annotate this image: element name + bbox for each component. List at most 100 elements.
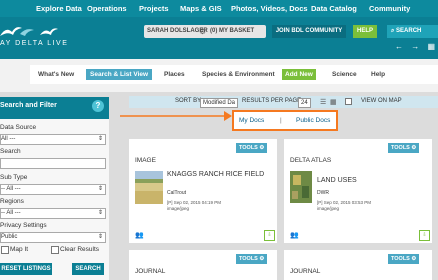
nav-photos-videos-docs[interactable]: Photos, Videos, Docs (231, 4, 308, 13)
tools-button[interactable]: TOOLS ⚙ (388, 143, 420, 153)
grid-view-icon[interactable]: ▦ (330, 98, 337, 106)
gear-icon[interactable]: ⚙ (199, 27, 206, 36)
nav-operations[interactable]: Operations (87, 4, 127, 13)
data-source-value: All --- (1, 136, 16, 142)
tab-science[interactable]: Science (332, 69, 357, 80)
tab-add-new[interactable]: Add New (282, 69, 316, 80)
sidebar-title: Search and Filter (0, 102, 57, 109)
tools-button[interactable]: TOOLS ⚙ (388, 254, 420, 264)
result-card[interactable]: TOOLS ⚙ DELTA ATLAS LAND USES DWR [P] Se… (284, 139, 432, 243)
card-type: IMAGE (135, 157, 156, 164)
site-header (0, 17, 438, 59)
sort-by-label: SORT BY (175, 98, 202, 104)
tools-button[interactable]: TOOLS ⚙ (236, 254, 268, 264)
rice-field-thumbnail (135, 171, 163, 204)
select-arrows-icon: ⇕ (97, 136, 103, 142)
gear-icon: ⚙ (259, 145, 265, 151)
tab-help[interactable]: Help (371, 69, 385, 80)
sort-bar: SORT BY Modified Da RESULTS PER PAGE 24 … (129, 96, 438, 108)
public-docs-tab[interactable]: Public Docs (296, 117, 330, 124)
tab-whats-new[interactable]: What's New (38, 69, 74, 80)
sub-type-label: Sub Type (0, 174, 28, 181)
annotation-arrow-icon (120, 111, 232, 121)
nav-maps-gis[interactable]: Maps & GIS (180, 4, 222, 13)
tools-label: TOOLS (391, 145, 410, 151)
card-title[interactable]: LAND USES (317, 177, 357, 184)
result-card[interactable]: TOOLS ⚙ JOURNAL (129, 250, 277, 280)
tab-places[interactable]: Places (164, 69, 185, 80)
regions-select[interactable]: -- All --- ⇕ (0, 208, 106, 219)
view-on-map-checkbox[interactable] (345, 98, 352, 105)
my-basket[interactable]: (0) MY BASKET (210, 28, 254, 34)
tools-label: TOOLS (239, 256, 258, 262)
people-icon: 👥 (135, 232, 144, 239)
map-it-checkbox[interactable] (1, 246, 9, 254)
top-nav: Explore Data Operations Projects Maps & … (0, 0, 438, 17)
bird-logo-icon (0, 27, 34, 36)
search-label: Search (0, 148, 21, 155)
privacy-select[interactable]: Public ⇕ (0, 232, 106, 243)
tools-label: TOOLS (391, 256, 410, 262)
result-card[interactable]: TOOLS ⚙ JOURNAL (284, 250, 432, 280)
clear-results-label: Clear Results (60, 246, 100, 253)
sort-by-select[interactable]: Modified Da (200, 98, 239, 108)
tab-search-list-view[interactable]: Search & List View (86, 69, 153, 80)
list-view-icon[interactable]: ☰ (320, 98, 326, 106)
tab-species-environment[interactable]: Species & Environment (202, 69, 275, 80)
site-logo-text[interactable]: AY DELTA LIVE (0, 40, 68, 47)
download-icon[interactable]: ⇩ (264, 230, 275, 241)
arrow-left-icon[interactable]: ← (395, 42, 403, 51)
nav-explore-data[interactable]: Explore Data (36, 4, 82, 13)
user-account-box[interactable]: SARAH DOLSLAGER ⚙ (0) MY BASKET (144, 25, 266, 38)
reset-listings-button[interactable]: RESET LISTINGS (0, 263, 52, 275)
header-search-button[interactable]: ⌕ SEARCH (387, 25, 438, 38)
gear-icon: ⚙ (259, 256, 265, 262)
regions-value: -- All --- (1, 210, 21, 216)
privacy-value: Public (1, 234, 18, 240)
select-arrows-icon: ⇕ (97, 234, 103, 240)
docs-tab-separator: | (280, 117, 282, 124)
gear-icon: ⚙ (411, 145, 417, 151)
search-icon: ⌕ (391, 28, 395, 34)
card-title[interactable]: KNAGGS RANCH RICE FIELD (167, 171, 264, 178)
card-type: DELTA ATLAS (290, 157, 332, 164)
select-arrows-icon: ⇕ (97, 210, 103, 216)
tools-button[interactable]: TOOLS ⚙ (236, 143, 268, 153)
card-type: JOURNAL (135, 268, 166, 275)
data-source-select[interactable]: All --- ⇕ (0, 134, 106, 145)
sub-type-value: -- All --- (1, 186, 21, 192)
data-source-label: Data Source (0, 124, 37, 131)
clear-results-checkbox[interactable] (51, 246, 59, 254)
sub-type-select[interactable]: -- All --- ⇕ (0, 184, 106, 195)
arrow-right-icon[interactable]: → (411, 42, 419, 51)
map-it-label: Map It (10, 246, 29, 253)
results-per-page-label: RESULTS PER PAGE (242, 98, 302, 104)
view-on-map-label: VIEW ON MAP (361, 98, 402, 104)
grid-icon[interactable]: ▦ (427, 42, 435, 51)
download-icon[interactable]: ⇩ (419, 230, 430, 241)
people-icon: 👥 (290, 232, 299, 239)
nav-community[interactable]: Community (369, 4, 410, 13)
sub-nav: What's New Search & List View Places Spe… (30, 65, 438, 84)
help-button[interactable]: HELP (353, 25, 377, 38)
header-search-label: SEARCH (396, 28, 422, 34)
result-card[interactable]: TOOLS ⚙ IMAGE KNAGGS RANCH RICE FIELD Ca… (129, 139, 277, 243)
search-input[interactable] (0, 158, 106, 169)
bird-logo-icon-small (40, 28, 58, 35)
card-mime: image/jpeg (317, 206, 340, 211)
regions-label: Regions (0, 198, 24, 205)
help-circle-icon[interactable]: ? (92, 100, 104, 112)
my-docs-tab[interactable]: My Docs (239, 117, 264, 124)
card-author: CalTrout (167, 190, 186, 196)
nav-data-catalog[interactable]: Data Catalog (311, 4, 357, 13)
gear-icon: ⚙ (411, 256, 417, 262)
card-author: DWR (317, 190, 329, 196)
card-mime: image/jpeg (167, 206, 190, 211)
sidebar-search-button[interactable]: SEARCH (72, 263, 104, 275)
tools-label: TOOLS (239, 145, 258, 151)
card-type: JOURNAL (290, 268, 321, 275)
join-community-button[interactable]: JOIN BDL COMMUNITY (272, 25, 346, 38)
per-page-select[interactable]: 24 (298, 98, 311, 108)
privacy-label: Privacy Settings (0, 222, 47, 229)
nav-projects[interactable]: Projects (139, 4, 169, 13)
